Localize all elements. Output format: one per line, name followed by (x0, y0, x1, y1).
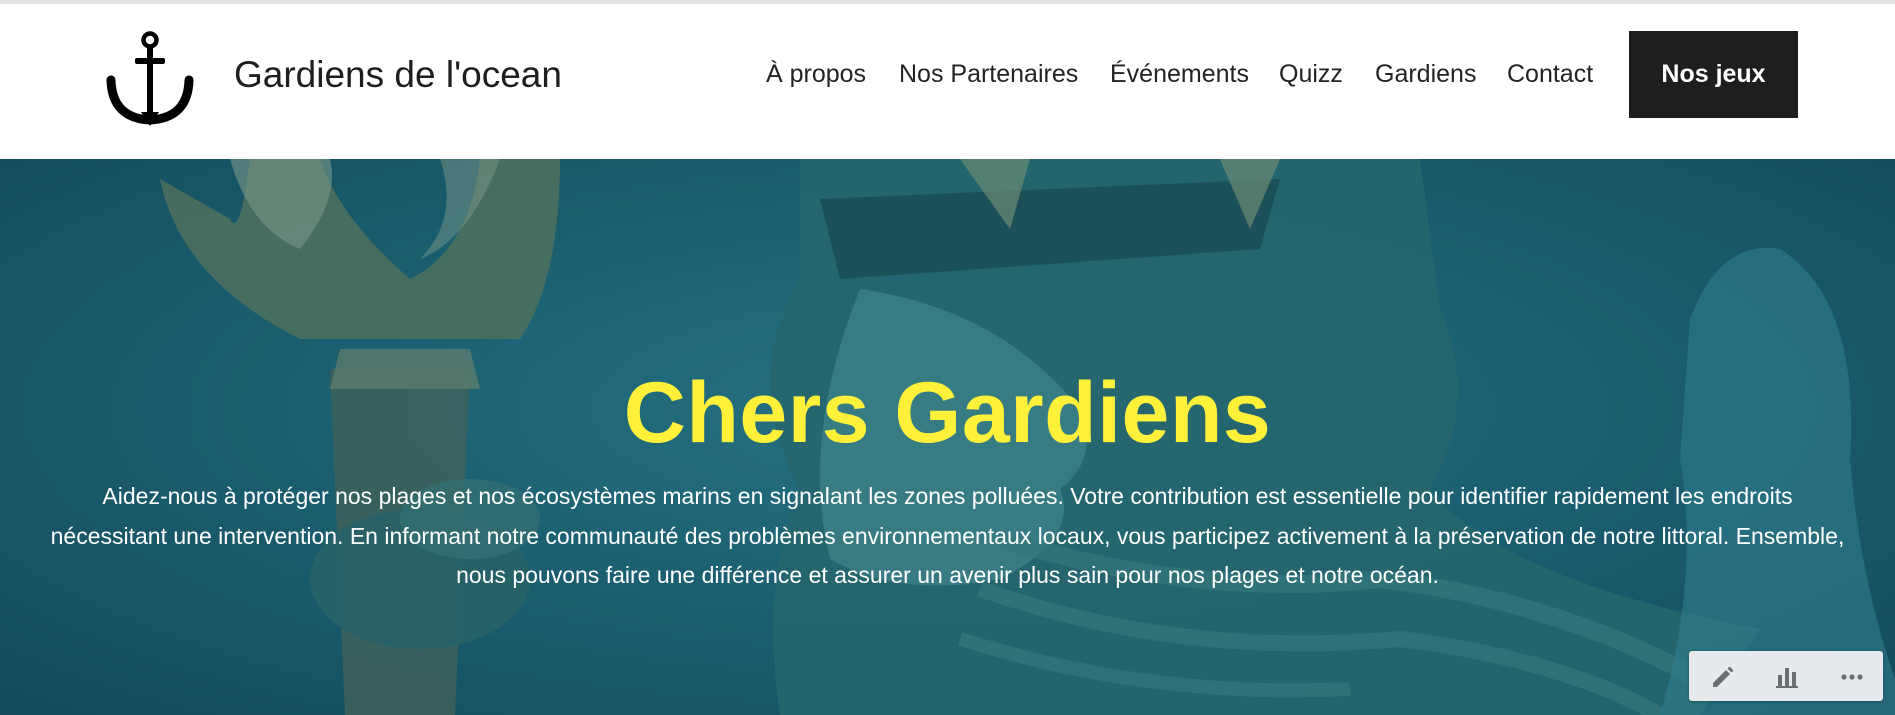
nav-item-evenements[interactable]: Événements (1110, 60, 1249, 89)
hero-title: Chers Gardiens (623, 365, 1272, 461)
hero-section: Chers Gardiens Aidez-nous à protéger nos… (0, 159, 1895, 715)
hero-description: Aidez-nous à protéger nos plages et nos … (50, 483, 1845, 588)
main-nav: À propos Nos Partenaires Événements Quiz… (0, 60, 1895, 94)
bar-chart-icon[interactable] (1772, 661, 1802, 691)
more-icon[interactable] (1837, 661, 1867, 691)
nav-item-a-propos[interactable]: À propos (766, 60, 866, 89)
nav-item-gardiens[interactable]: Gardiens (1375, 60, 1476, 89)
floating-toolbar (1689, 651, 1883, 701)
nav-item-partenaires[interactable]: Nos Partenaires (899, 60, 1078, 89)
nav-item-contact[interactable]: Contact (1507, 60, 1593, 89)
nos-jeux-button[interactable]: Nos jeux (1629, 31, 1798, 118)
nav-item-quizz[interactable]: Quizz (1279, 60, 1343, 89)
pencil-icon[interactable] (1707, 661, 1737, 691)
site-header: Gardiens de l'ocean À propos Nos Partena… (0, 4, 1895, 159)
